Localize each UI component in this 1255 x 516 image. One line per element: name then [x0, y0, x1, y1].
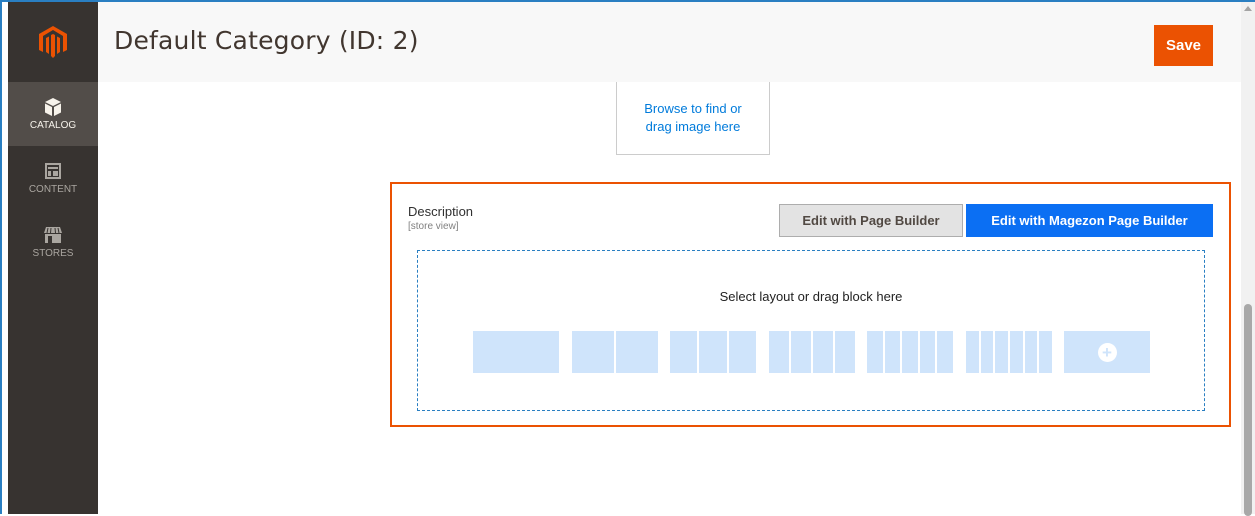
sidebar-item-label: STORES: [32, 247, 74, 259]
layout-2-columns[interactable]: [572, 331, 658, 373]
layout-3-columns[interactable]: [670, 331, 756, 373]
description-scope: [store view]: [408, 221, 459, 232]
sidebar-item-catalog[interactable]: CATALOG: [8, 82, 98, 146]
edit-with-magezon-button[interactable]: Edit with Magezon Page Builder: [966, 204, 1213, 237]
description-label: Description: [408, 204, 474, 219]
layout-5-columns[interactable]: [867, 331, 953, 373]
description-panel: Description [store view] Edit with Page …: [390, 182, 1231, 427]
layout-drop-area[interactable]: Select layout or drag block here +: [417, 250, 1205, 411]
sidebar-item-stores[interactable]: STORES: [8, 210, 98, 274]
add-custom-layout-button[interactable]: +: [1064, 331, 1150, 373]
save-button[interactable]: Save: [1154, 25, 1213, 66]
scroll-up-arrow-icon[interactable]: [1244, 6, 1252, 11]
sidebar-item-label: CATALOG: [29, 119, 77, 131]
page-header: Default Category (ID: 2) Save: [98, 2, 1241, 82]
sidebar-item-label: CONTENT: [28, 183, 78, 195]
page-scrollbar[interactable]: [1241, 2, 1255, 516]
plus-circle-icon: +: [1097, 342, 1117, 362]
magento-logo-icon[interactable]: [8, 2, 98, 82]
scrollbar-thumb[interactable]: [1244, 304, 1252, 516]
image-upload-dropzone[interactable]: Browse to find or drag image here: [616, 82, 770, 155]
stores-storefront-icon: [44, 226, 62, 244]
window-left-border: [0, 0, 2, 514]
admin-window: CATALOG CONTENT STORES Default Category …: [0, 0, 1255, 516]
drop-area-hint: Select layout or drag block here: [719, 289, 903, 304]
admin-sidebar: CATALOG CONTENT STORES: [8, 2, 98, 514]
sidebar-item-content[interactable]: CONTENT: [8, 146, 98, 210]
layout-1-column[interactable]: [473, 331, 559, 373]
image-upload-link[interactable]: Browse to find or drag image here: [633, 100, 753, 136]
layout-4-columns[interactable]: [769, 331, 855, 373]
page-title: Default Category (ID: 2): [114, 26, 419, 55]
catalog-cube-icon: [45, 97, 61, 116]
edit-with-page-builder-button[interactable]: Edit with Page Builder: [779, 204, 963, 237]
content-layout-icon: [45, 162, 61, 180]
layout-6-columns[interactable]: [966, 331, 1053, 373]
